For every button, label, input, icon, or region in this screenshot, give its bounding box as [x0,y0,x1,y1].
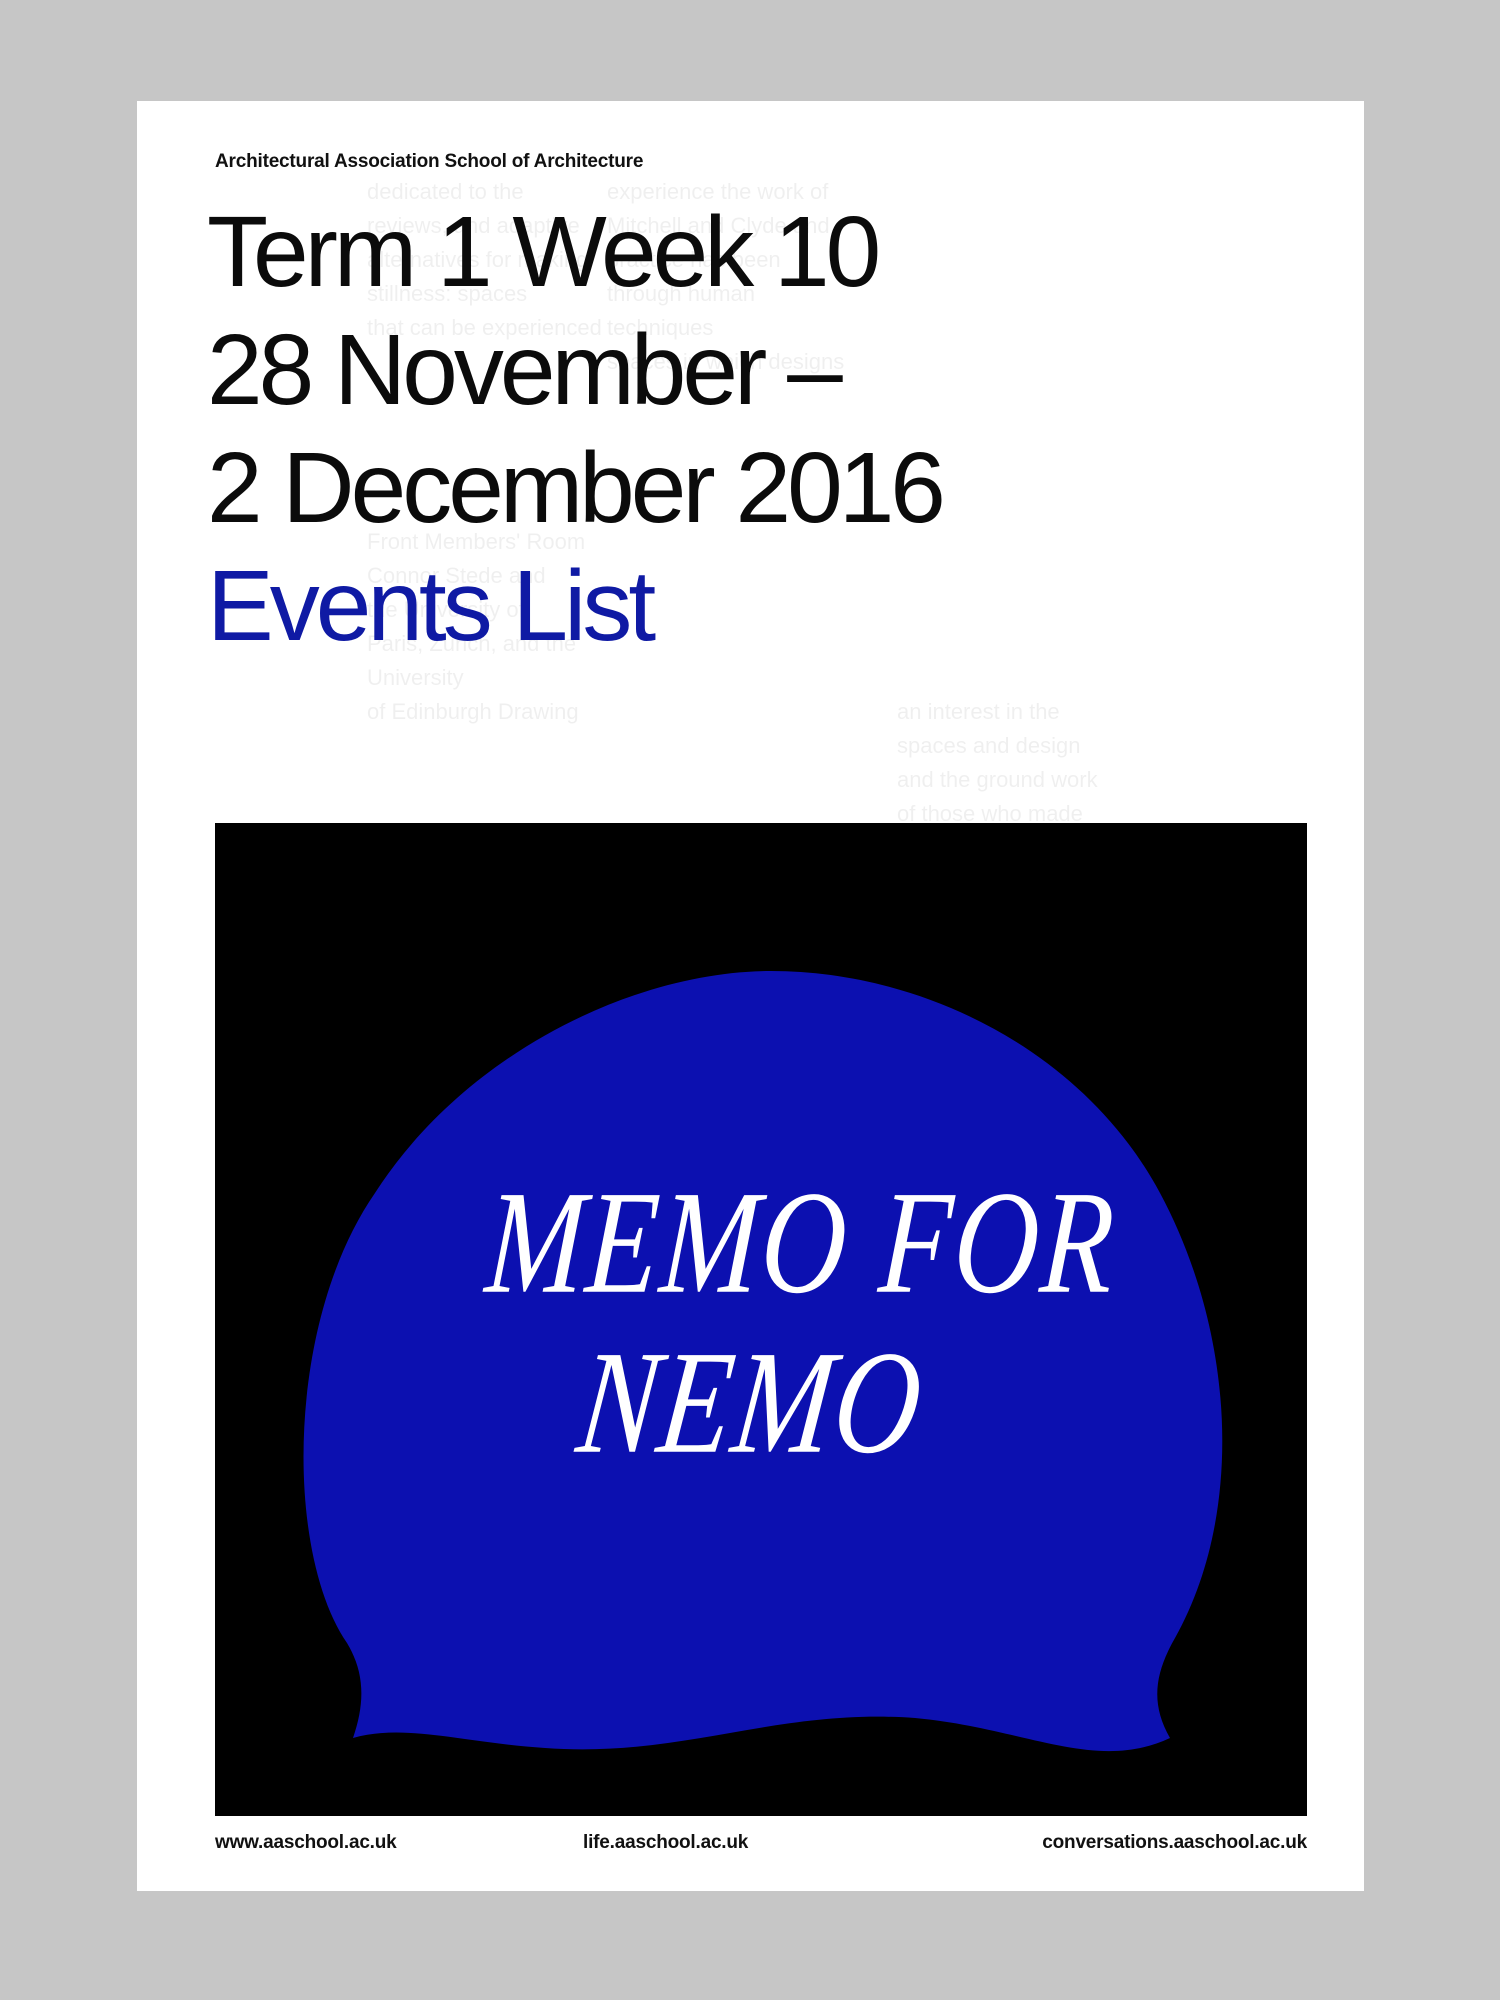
page-title: Term 1 Week 10 28 November – 2 December … [207,193,946,665]
title-date-end: 2 December 2016 [207,432,946,544]
school-name: Architectural Association School of Arch… [215,151,644,172]
life-blog-link[interactable]: life.aaschool.ac.uk [583,1832,748,1854]
title-events-list: Events List [207,550,656,662]
events-list-poster: dedicated to the reviews, and adaptive a… [137,101,1364,1891]
website-link[interactable]: www.aaschool.ac.uk [215,1832,397,1854]
cover-illustration: MEMO FOR NEMO [215,823,1307,1816]
cover-title-line2: NEMO [570,1320,932,1485]
cover-title: MEMO FOR NEMO [215,1161,1307,1485]
title-date-start: 28 November – [207,314,843,426]
title-term-week: Term 1 Week 10 [207,196,881,308]
conversations-link[interactable]: conversations.aaschool.ac.uk [1042,1832,1307,1854]
